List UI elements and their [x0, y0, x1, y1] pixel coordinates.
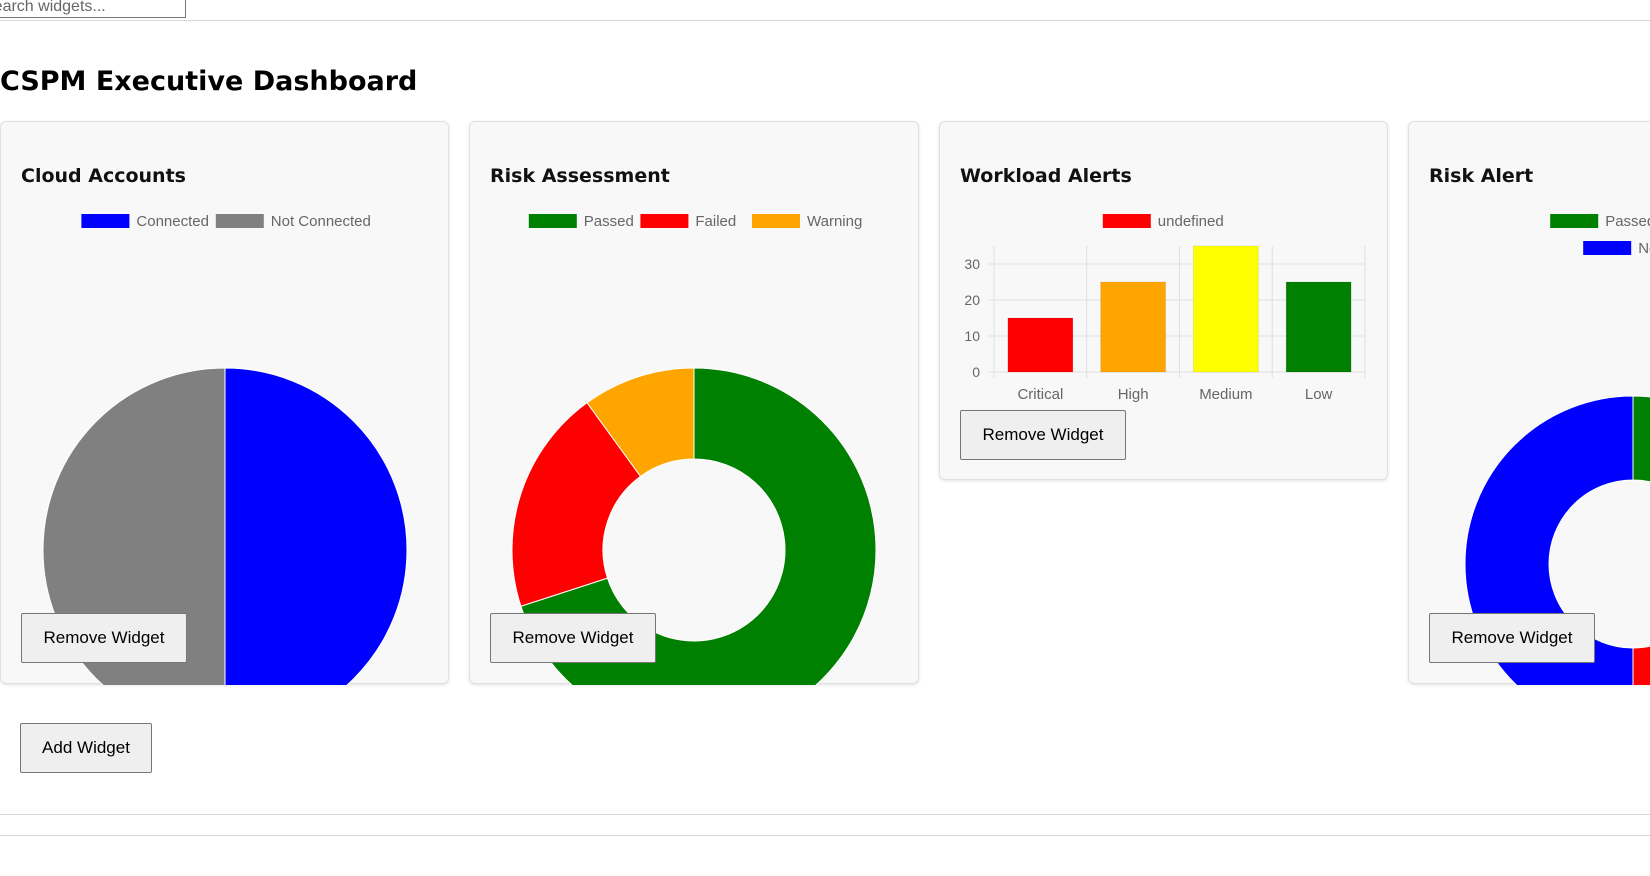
search-input[interactable]	[0, 0, 186, 18]
legend-swatch-failed	[640, 214, 689, 228]
add-widget-button[interactable]: Add Widget	[20, 723, 152, 773]
legend-label-not-co: Not Co	[1638, 240, 1650, 257]
bar-critical	[1007, 317, 1074, 373]
legend-label-passed: Passed	[1605, 213, 1650, 230]
bar-high	[1100, 281, 1167, 373]
footer-divider-top	[0, 814, 1650, 815]
legend-label-not-connected: Not Connected	[271, 213, 371, 230]
legend-swatch-connected	[81, 214, 130, 228]
legend-swatch-not-co	[1583, 241, 1632, 255]
y-tick-label: 10	[964, 328, 980, 344]
x-tick-label-critical: Critical	[1017, 386, 1063, 403]
y-tick-label: 30	[964, 256, 980, 272]
legend-swatch-passed	[528, 214, 577, 228]
slice-passed	[1632, 395, 1650, 483]
x-tick-label-medium: Medium	[1199, 386, 1252, 403]
risk-assessment-doughnut-chart: Passed Failed Warning	[511, 213, 877, 685]
legend-label-warning: Warning	[807, 213, 862, 230]
footer-divider-bottom	[0, 835, 1650, 836]
cloud-accounts-pie-chart: Connected Not Connected	[42, 213, 408, 685]
y-tick-label: 0	[972, 364, 980, 380]
widget-risk-assessment: Risk Assessment Passed Failed Warning Remo…	[469, 121, 919, 685]
legend-swatch-undefined	[1102, 214, 1151, 228]
workload-alerts-bar-chart: undefined 0 10 20 30 Critical High Medium Low	[964, 213, 1366, 403]
y-tick-label: 20	[964, 292, 980, 308]
remove-widget-button[interactable]: Remove Widget	[960, 410, 1126, 460]
widget-workload-alerts: Workload Alerts undefined 0 10 20 30 Critical…	[939, 121, 1388, 480]
remove-widget-button[interactable]: Remove Widget	[1429, 613, 1595, 663]
x-tick-label-high: High	[1118, 386, 1149, 403]
legend-label-undefined: undefined	[1158, 213, 1224, 230]
header-divider	[0, 20, 1650, 21]
slice-failed	[1632, 645, 1650, 685]
remove-widget-button[interactable]: Remove Widget	[21, 613, 187, 663]
legend-swatch-not-connected	[215, 214, 264, 228]
legend-label-passed: Passed	[584, 213, 634, 230]
bar-low	[1285, 281, 1352, 373]
legend-label-failed: Failed	[695, 213, 736, 230]
dashboard-page: CSPM Executive Dashboard Cloud Accounts …	[0, 0, 1650, 876]
page-title: CSPM Executive Dashboard	[0, 66, 418, 97]
widget-cloud-accounts: Cloud Accounts Connected Not Connected Re…	[0, 121, 449, 685]
legend-swatch-passed	[1550, 214, 1599, 228]
remove-widget-button[interactable]: Remove Widget	[490, 613, 656, 663]
legend-swatch-warning	[752, 214, 800, 228]
x-tick-label-low: Low	[1305, 386, 1333, 403]
legend-label-connected: Connected	[136, 213, 209, 230]
widget-risk-alert: Risk Alert PassedNot Co Remove Widget	[1408, 121, 1650, 685]
risk-alert-doughnut-chart: Passed Not Co	[1464, 213, 1650, 685]
bar-medium	[1192, 245, 1259, 373]
slice-connected	[224, 367, 408, 685]
